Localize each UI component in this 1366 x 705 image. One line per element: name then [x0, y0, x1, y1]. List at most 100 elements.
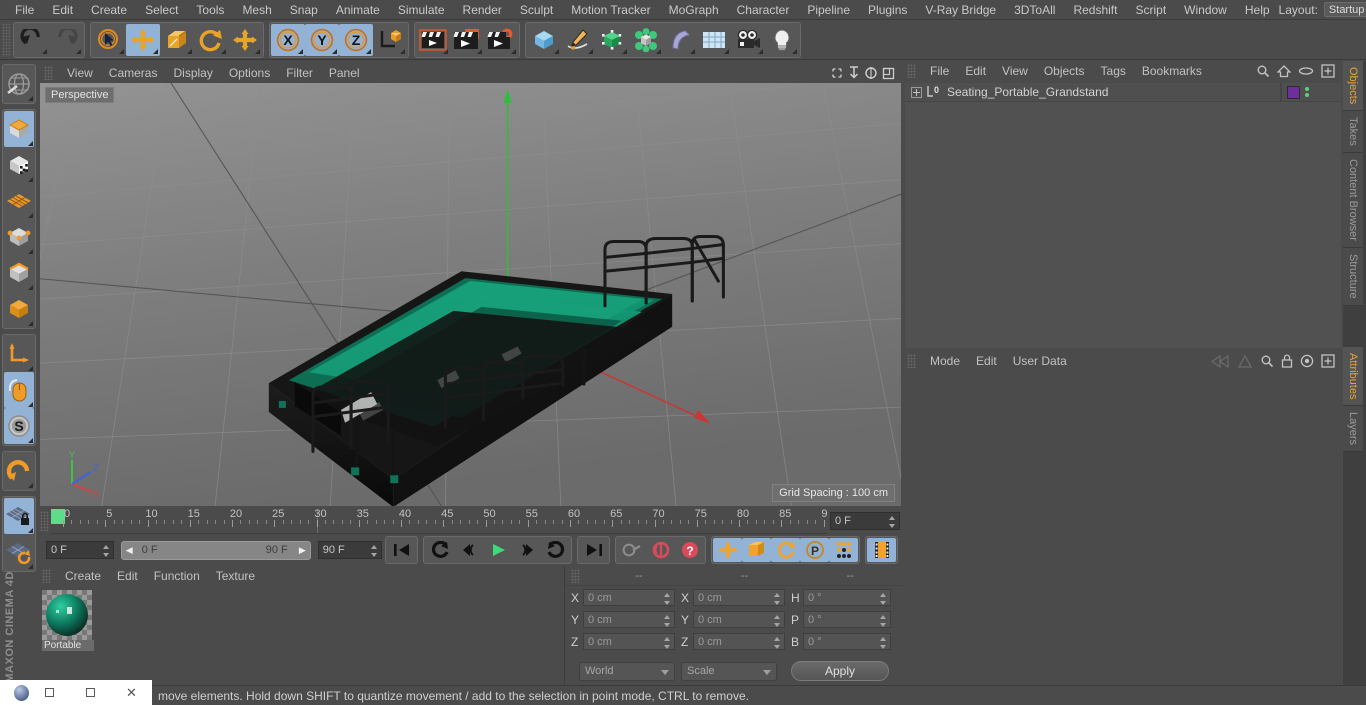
- menu-item-edit[interactable]: Edit: [43, 0, 82, 20]
- redo-button[interactable]: [49, 24, 83, 56]
- rotate-button[interactable]: [194, 24, 228, 56]
- render-settings-button[interactable]: [484, 24, 518, 56]
- viewport-menu-cameras[interactable]: Cameras: [101, 63, 166, 83]
- preview-end-field[interactable]: 90 F: [317, 541, 382, 559]
- render-to-picture-viewer-button[interactable]: [450, 24, 484, 56]
- snap-button[interactable]: [4, 453, 34, 489]
- rotate-icon[interactable]: [864, 66, 878, 80]
- vtab-layers[interactable]: Layers: [1343, 406, 1363, 453]
- menu-item-character[interactable]: Character: [728, 0, 799, 20]
- spinner-icon[interactable]: [664, 593, 671, 605]
- toolbar-grip[interactable]: [2, 22, 11, 57]
- autokeying-button[interactable]: [646, 538, 675, 562]
- menu-item-file[interactable]: File: [6, 0, 43, 20]
- y-axis-button[interactable]: Y: [305, 23, 339, 56]
- pan-icon[interactable]: [830, 66, 844, 80]
- object-menu-edit[interactable]: Edit: [957, 61, 994, 81]
- polygons-mode-button[interactable]: [4, 291, 34, 327]
- viewport-menu-view[interactable]: View: [59, 63, 101, 83]
- spinner-icon[interactable]: [889, 516, 896, 528]
- maximize-icon[interactable]: [70, 685, 111, 700]
- spinner-icon[interactable]: [774, 593, 781, 605]
- scale-button[interactable]: [160, 24, 194, 56]
- generator-button[interactable]: [595, 24, 629, 56]
- record-active-objects-button[interactable]: [617, 538, 646, 562]
- menu-item-mograph[interactable]: MoGraph: [660, 0, 728, 20]
- menu-item-mesh[interactable]: Mesh: [233, 0, 280, 20]
- rot-h-field[interactable]: 0 °: [803, 589, 891, 606]
- spinner-icon[interactable]: [371, 545, 378, 557]
- array-button[interactable]: [629, 24, 663, 56]
- vtab-content-browser[interactable]: Content Browser: [1343, 153, 1363, 248]
- size-z-field[interactable]: 0 cm: [693, 633, 785, 650]
- vtab-takes[interactable]: Takes: [1343, 111, 1363, 154]
- rot-b-field[interactable]: 0 °: [803, 633, 891, 650]
- search-icon[interactable]: [1260, 354, 1274, 368]
- target-icon[interactable]: [1300, 354, 1314, 368]
- move-button[interactable]: [126, 23, 160, 56]
- material-menu-edit[interactable]: Edit: [109, 566, 146, 586]
- history-back-icon[interactable]: [1210, 354, 1230, 368]
- zoom-icon[interactable]: [848, 66, 860, 80]
- spinner-icon[interactable]: [880, 593, 887, 605]
- menu-item-pipeline[interactable]: Pipeline: [798, 0, 859, 20]
- range-right-arrow-icon[interactable]: ▶: [299, 545, 306, 556]
- previous-keyframe-button[interactable]: [425, 538, 454, 562]
- spinner-icon[interactable]: [664, 615, 671, 627]
- viewport-3d[interactable]: Perspective Grid Spacing : 100 cm Y X Z: [40, 83, 901, 506]
- menu-item-tools[interactable]: Tools: [187, 0, 233, 20]
- eye-icon[interactable]: [1298, 65, 1314, 77]
- lock-workplane-button[interactable]: [4, 498, 34, 534]
- object-menu-objects[interactable]: Objects: [1036, 61, 1093, 81]
- object-menu-tags[interactable]: Tags: [1093, 61, 1134, 81]
- menu-item-sculpt[interactable]: Sculpt: [511, 0, 562, 20]
- z-axis-button[interactable]: Z: [339, 23, 373, 56]
- menu-item-motion-tracker[interactable]: Motion Tracker: [562, 0, 659, 20]
- cube-primitive-button[interactable]: [527, 24, 561, 56]
- home-icon[interactable]: [1277, 64, 1291, 78]
- object-menu-file[interactable]: File: [922, 61, 957, 81]
- coordinate-mode-dropdown[interactable]: Scale: [681, 661, 777, 681]
- enable-axis-button[interactable]: S: [4, 408, 34, 444]
- dynamic-place-button[interactable]: [228, 24, 262, 56]
- texture-mode-button[interactable]: [4, 147, 34, 183]
- menu-item-snap[interactable]: Snap: [281, 0, 327, 20]
- object-axis-mode-button[interactable]: [4, 336, 34, 372]
- timeline-grip[interactable]: [40, 511, 49, 531]
- restore-icon[interactable]: [29, 685, 70, 700]
- object-tags[interactable]: [1281, 83, 1341, 101]
- viewport-solo-button[interactable]: [4, 372, 34, 408]
- current-frame-field[interactable]: 0 F: [830, 512, 900, 530]
- viewport-menu-display[interactable]: Display: [165, 63, 220, 83]
- size-x-field[interactable]: 0 cm: [693, 589, 785, 606]
- next-frame-button[interactable]: [512, 538, 541, 562]
- viewport-grip[interactable]: [44, 66, 53, 80]
- planar-workplane-button[interactable]: [4, 534, 34, 570]
- menu-item-render[interactable]: Render: [454, 0, 511, 20]
- position-key-button[interactable]: [713, 538, 742, 562]
- menu-item-simulate[interactable]: Simulate: [389, 0, 454, 20]
- spinner-icon[interactable]: [774, 637, 781, 649]
- timeline-toggle-button[interactable]: [867, 538, 896, 562]
- range-left-arrow-icon[interactable]: ◀: [126, 545, 133, 556]
- spline-pen-button[interactable]: [561, 24, 595, 56]
- menu-item-window[interactable]: Window: [1175, 0, 1236, 20]
- close-icon[interactable]: ✕: [111, 685, 152, 701]
- material-list[interactable]: Portable: [38, 586, 564, 685]
- attribute-grip[interactable]: [907, 354, 916, 368]
- object-menu-bookmarks[interactable]: Bookmarks: [1134, 61, 1210, 81]
- question-mark-button[interactable]: ?: [675, 538, 704, 562]
- go-to-end-button[interactable]: [579, 538, 608, 562]
- spinner-icon[interactable]: [774, 615, 781, 627]
- menu-item-help[interactable]: Help: [1236, 0, 1279, 20]
- x-axis-button[interactable]: X: [271, 23, 305, 56]
- menu-item-script[interactable]: Script: [1126, 0, 1175, 20]
- search-icon[interactable]: [1256, 64, 1270, 78]
- object-menu-view[interactable]: View: [994, 61, 1036, 81]
- next-keyframe-button[interactable]: [541, 538, 570, 562]
- vtab-attributes[interactable]: Attributes: [1343, 346, 1363, 407]
- pos-y-field[interactable]: 0 cm: [583, 611, 675, 628]
- spinner-icon[interactable]: [664, 637, 671, 649]
- scale-key-button[interactable]: [742, 538, 771, 562]
- size-y-field[interactable]: 0 cm: [693, 611, 785, 628]
